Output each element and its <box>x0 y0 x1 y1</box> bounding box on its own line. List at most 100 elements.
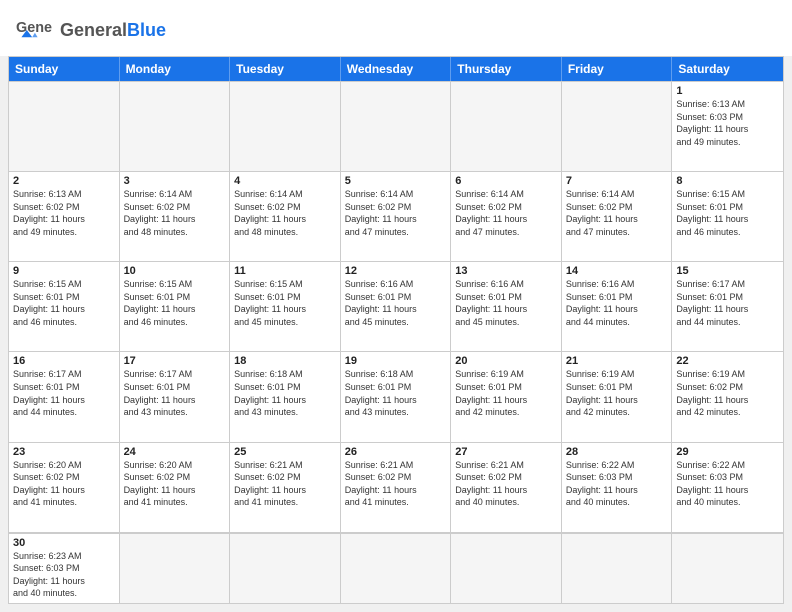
cal-cell: 2Sunrise: 6:13 AM Sunset: 6:02 PM Daylig… <box>9 172 120 262</box>
cal-cell: 10Sunrise: 6:15 AM Sunset: 6:01 PM Dayli… <box>120 262 231 352</box>
cell-info: Sunrise: 6:23 AM Sunset: 6:03 PM Dayligh… <box>13 550 115 600</box>
last-row-cell <box>562 534 673 603</box>
cal-cell <box>230 82 341 172</box>
cell-info: Sunrise: 6:15 AM Sunset: 6:01 PM Dayligh… <box>234 278 336 328</box>
cal-cell: 6Sunrise: 6:14 AM Sunset: 6:02 PM Daylig… <box>451 172 562 262</box>
cell-info: Sunrise: 6:19 AM Sunset: 6:01 PM Dayligh… <box>566 368 668 418</box>
svg-text:General: General <box>16 20 52 36</box>
cal-cell: 5Sunrise: 6:14 AM Sunset: 6:02 PM Daylig… <box>341 172 452 262</box>
cell-info: Sunrise: 6:18 AM Sunset: 6:01 PM Dayligh… <box>345 368 447 418</box>
header-wednesday: Wednesday <box>341 57 452 81</box>
day-number: 1 <box>676 85 779 97</box>
cell-info: Sunrise: 6:15 AM Sunset: 6:01 PM Dayligh… <box>124 278 226 328</box>
cell-info: Sunrise: 6:18 AM Sunset: 6:01 PM Dayligh… <box>234 368 336 418</box>
day-number: 5 <box>345 175 447 187</box>
day-number: 3 <box>124 175 226 187</box>
cell-info: Sunrise: 6:16 AM Sunset: 6:01 PM Dayligh… <box>455 278 557 328</box>
cell-info: Sunrise: 6:14 AM Sunset: 6:02 PM Dayligh… <box>345 188 447 238</box>
cal-cell: 1Sunrise: 6:13 AM Sunset: 6:03 PM Daylig… <box>672 82 783 172</box>
cell-info: Sunrise: 6:16 AM Sunset: 6:01 PM Dayligh… <box>345 278 447 328</box>
cal-cell: 23Sunrise: 6:20 AM Sunset: 6:02 PM Dayli… <box>9 443 120 533</box>
cal-cell <box>562 82 673 172</box>
day-number: 13 <box>455 265 557 277</box>
cal-cell <box>451 82 562 172</box>
day-number: 7 <box>566 175 668 187</box>
day-headers: Sunday Monday Tuesday Wednesday Thursday… <box>9 57 783 81</box>
last-row-cell <box>341 534 452 603</box>
cell-info: Sunrise: 6:21 AM Sunset: 6:02 PM Dayligh… <box>234 459 336 509</box>
cell-info: Sunrise: 6:17 AM Sunset: 6:01 PM Dayligh… <box>676 278 779 328</box>
day-number: 22 <box>676 355 779 367</box>
cal-cell: 20Sunrise: 6:19 AM Sunset: 6:01 PM Dayli… <box>451 352 562 442</box>
day-number: 11 <box>234 265 336 277</box>
cell-info: Sunrise: 6:22 AM Sunset: 6:03 PM Dayligh… <box>566 459 668 509</box>
last-row-cell <box>230 534 341 603</box>
day-number: 14 <box>566 265 668 277</box>
header-friday: Friday <box>562 57 673 81</box>
cell-info: Sunrise: 6:17 AM Sunset: 6:01 PM Dayligh… <box>124 368 226 418</box>
cal-cell: 22Sunrise: 6:19 AM Sunset: 6:02 PM Dayli… <box>672 352 783 442</box>
day-number: 23 <box>13 446 115 458</box>
day-number: 18 <box>234 355 336 367</box>
cal-cell: 4Sunrise: 6:14 AM Sunset: 6:02 PM Daylig… <box>230 172 341 262</box>
day-number: 25 <box>234 446 336 458</box>
cell-info: Sunrise: 6:20 AM Sunset: 6:02 PM Dayligh… <box>124 459 226 509</box>
cal-cell <box>341 82 452 172</box>
header-thursday: Thursday <box>451 57 562 81</box>
cal-cell: 17Sunrise: 6:17 AM Sunset: 6:01 PM Dayli… <box>120 352 231 442</box>
cal-cell: 28Sunrise: 6:22 AM Sunset: 6:03 PM Dayli… <box>562 443 673 533</box>
day-number: 21 <box>566 355 668 367</box>
cal-cell: 9Sunrise: 6:15 AM Sunset: 6:01 PM Daylig… <box>9 262 120 352</box>
last-row-cell <box>120 534 231 603</box>
day-number: 8 <box>676 175 779 187</box>
cal-cell: 15Sunrise: 6:17 AM Sunset: 6:01 PM Dayli… <box>672 262 783 352</box>
day-number: 26 <box>345 446 447 458</box>
last-row-cell <box>451 534 562 603</box>
cell-info: Sunrise: 6:20 AM Sunset: 6:02 PM Dayligh… <box>13 459 115 509</box>
cal-cell: 11Sunrise: 6:15 AM Sunset: 6:01 PM Dayli… <box>230 262 341 352</box>
last-row-cell <box>672 534 783 603</box>
day-number: 24 <box>124 446 226 458</box>
logo-icon: General <box>16 12 52 48</box>
cal-cell <box>9 82 120 172</box>
cal-cell: 8Sunrise: 6:15 AM Sunset: 6:01 PM Daylig… <box>672 172 783 262</box>
cal-cell: 19Sunrise: 6:18 AM Sunset: 6:01 PM Dayli… <box>341 352 452 442</box>
cal-cell: 24Sunrise: 6:20 AM Sunset: 6:02 PM Dayli… <box>120 443 231 533</box>
day-number: 20 <box>455 355 557 367</box>
day-number: 9 <box>13 265 115 277</box>
cell-info: Sunrise: 6:15 AM Sunset: 6:01 PM Dayligh… <box>676 188 779 238</box>
cal-cell: 21Sunrise: 6:19 AM Sunset: 6:01 PM Dayli… <box>562 352 673 442</box>
day-number: 16 <box>13 355 115 367</box>
day-number: 4 <box>234 175 336 187</box>
calendar: Sunday Monday Tuesday Wednesday Thursday… <box>8 56 784 604</box>
cell-info: Sunrise: 6:14 AM Sunset: 6:02 PM Dayligh… <box>566 188 668 238</box>
cell-info: Sunrise: 6:15 AM Sunset: 6:01 PM Dayligh… <box>13 278 115 328</box>
cal-cell: 26Sunrise: 6:21 AM Sunset: 6:02 PM Dayli… <box>341 443 452 533</box>
day-number: 19 <box>345 355 447 367</box>
cal-cell: 29Sunrise: 6:22 AM Sunset: 6:03 PM Dayli… <box>672 443 783 533</box>
day-number: 2 <box>13 175 115 187</box>
day-number: 29 <box>676 446 779 458</box>
logo-text: GeneralBlue <box>60 20 166 41</box>
cell-info: Sunrise: 6:16 AM Sunset: 6:01 PM Dayligh… <box>566 278 668 328</box>
cal-cell: 25Sunrise: 6:21 AM Sunset: 6:02 PM Dayli… <box>230 443 341 533</box>
day-number: 17 <box>124 355 226 367</box>
cal-cell: 18Sunrise: 6:18 AM Sunset: 6:01 PM Dayli… <box>230 352 341 442</box>
cell-info: Sunrise: 6:13 AM Sunset: 6:03 PM Dayligh… <box>676 98 779 148</box>
header-sunday: Sunday <box>9 57 120 81</box>
header-saturday: Saturday <box>672 57 783 81</box>
cal-cell: 12Sunrise: 6:16 AM Sunset: 6:01 PM Dayli… <box>341 262 452 352</box>
cell-info: Sunrise: 6:21 AM Sunset: 6:02 PM Dayligh… <box>455 459 557 509</box>
cell-info: Sunrise: 6:21 AM Sunset: 6:02 PM Dayligh… <box>345 459 447 509</box>
cell-info: Sunrise: 6:14 AM Sunset: 6:02 PM Dayligh… <box>124 188 226 238</box>
day-number: 12 <box>345 265 447 277</box>
last-row: 30Sunrise: 6:23 AM Sunset: 6:03 PM Dayli… <box>9 533 783 603</box>
header-monday: Monday <box>120 57 231 81</box>
cell-info: Sunrise: 6:19 AM Sunset: 6:01 PM Dayligh… <box>455 368 557 418</box>
day-number: 28 <box>566 446 668 458</box>
day-number: 6 <box>455 175 557 187</box>
cal-cell: 3Sunrise: 6:14 AM Sunset: 6:02 PM Daylig… <box>120 172 231 262</box>
cal-cell: 27Sunrise: 6:21 AM Sunset: 6:02 PM Dayli… <box>451 443 562 533</box>
cal-cell: 7Sunrise: 6:14 AM Sunset: 6:02 PM Daylig… <box>562 172 673 262</box>
header-tuesday: Tuesday <box>230 57 341 81</box>
